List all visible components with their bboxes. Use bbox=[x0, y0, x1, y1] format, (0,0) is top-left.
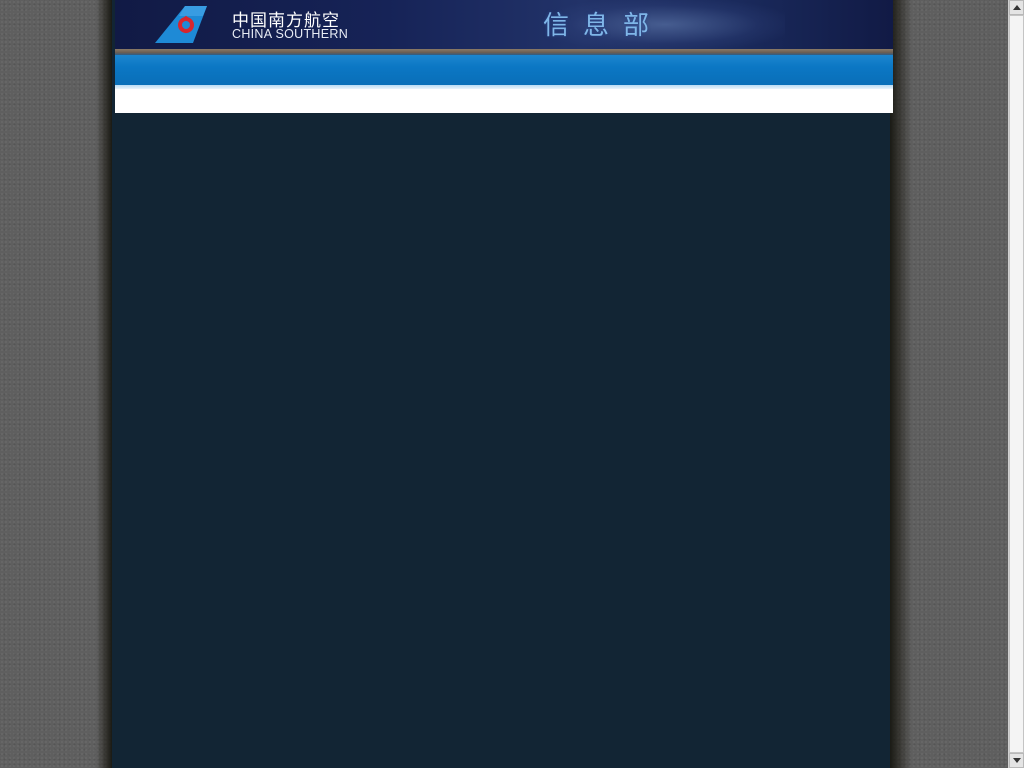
scroll-down-button[interactable] bbox=[1009, 753, 1024, 768]
navigation-bar[interactable] bbox=[115, 55, 893, 85]
sub-navigation-bar bbox=[115, 89, 893, 113]
kapok-tail-logo-icon[interactable] bbox=[155, 6, 207, 44]
chevron-down-icon bbox=[1012, 758, 1021, 763]
content-area bbox=[112, 0, 890, 768]
left-page-shadow bbox=[96, 0, 112, 768]
department-title: 信息部 bbox=[543, 11, 664, 41]
scrollbar-thumb[interactable] bbox=[1009, 15, 1024, 753]
right-page-shadow bbox=[890, 0, 912, 768]
site-header-banner: 中国南方航空 CHINA SOUTHERN 信息部 bbox=[115, 0, 893, 49]
scroll-up-button[interactable] bbox=[1009, 0, 1024, 15]
vertical-scrollbar[interactable] bbox=[1008, 0, 1024, 768]
chevron-up-icon bbox=[1012, 5, 1021, 10]
brand-name-english: CHINA SOUTHERN bbox=[232, 27, 349, 41]
